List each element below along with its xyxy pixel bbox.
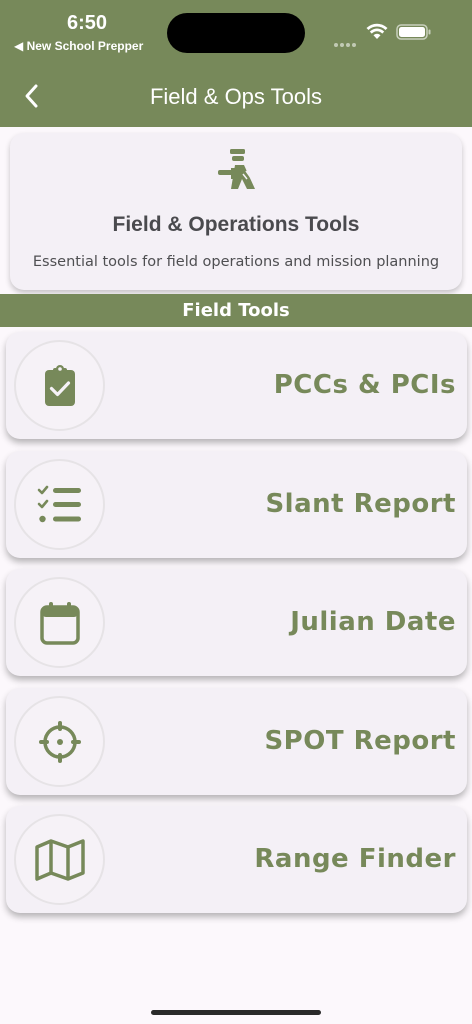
tool-icon-circle — [14, 696, 105, 787]
tool-card-range-finder[interactable]: Range Finder — [6, 806, 467, 913]
clipboard-check-icon — [44, 364, 75, 406]
tool-card-slant-report[interactable]: Slant Report — [6, 451, 467, 558]
tool-label: Range Finder — [254, 844, 456, 874]
tool-card-pccs-pcis[interactable]: PCCs & PCIs — [6, 332, 467, 439]
checklist-icon — [37, 485, 81, 522]
wifi-icon — [366, 23, 388, 39]
cellular-signal-icon — [334, 34, 358, 52]
map-icon — [34, 838, 85, 881]
guard-icon — [218, 149, 255, 189]
tool-icon-circle — [14, 340, 105, 431]
intro-subtitle: Essential tools for field operations and… — [32, 254, 440, 270]
tool-label: Slant Report — [265, 489, 456, 519]
tool-icon-circle — [14, 577, 105, 668]
intro-title: Field & Operations Tools — [112, 213, 360, 236]
tool-card-spot-report[interactable]: SPOT Report — [6, 688, 467, 795]
status-time: 6:50 — [67, 12, 108, 34]
crosshair-icon — [38, 720, 81, 763]
section-header-field-tools: Field Tools — [0, 294, 472, 327]
tool-label: PCCs & PCIs — [273, 370, 456, 400]
battery-icon — [396, 24, 431, 40]
tool-label: SPOT Report — [264, 726, 456, 756]
dynamic-island — [167, 13, 305, 53]
calendar-icon — [39, 601, 80, 645]
tool-card-julian-date[interactable]: Julian Date — [6, 569, 467, 676]
home-indicator[interactable] — [151, 1010, 321, 1015]
tool-icon-circle — [14, 459, 105, 550]
intro-card: Field & Operations Tools Essential tools… — [10, 133, 462, 290]
app-header: 6:50 ◀ New School Prepper Field & Ops To… — [0, 0, 472, 127]
page-title: Field & Ops Tools — [149, 84, 322, 109]
back-to-app-link[interactable]: ◀ New School Prepper — [14, 39, 143, 53]
tool-icon-circle — [14, 814, 105, 905]
tool-label: Julian Date — [290, 607, 456, 637]
